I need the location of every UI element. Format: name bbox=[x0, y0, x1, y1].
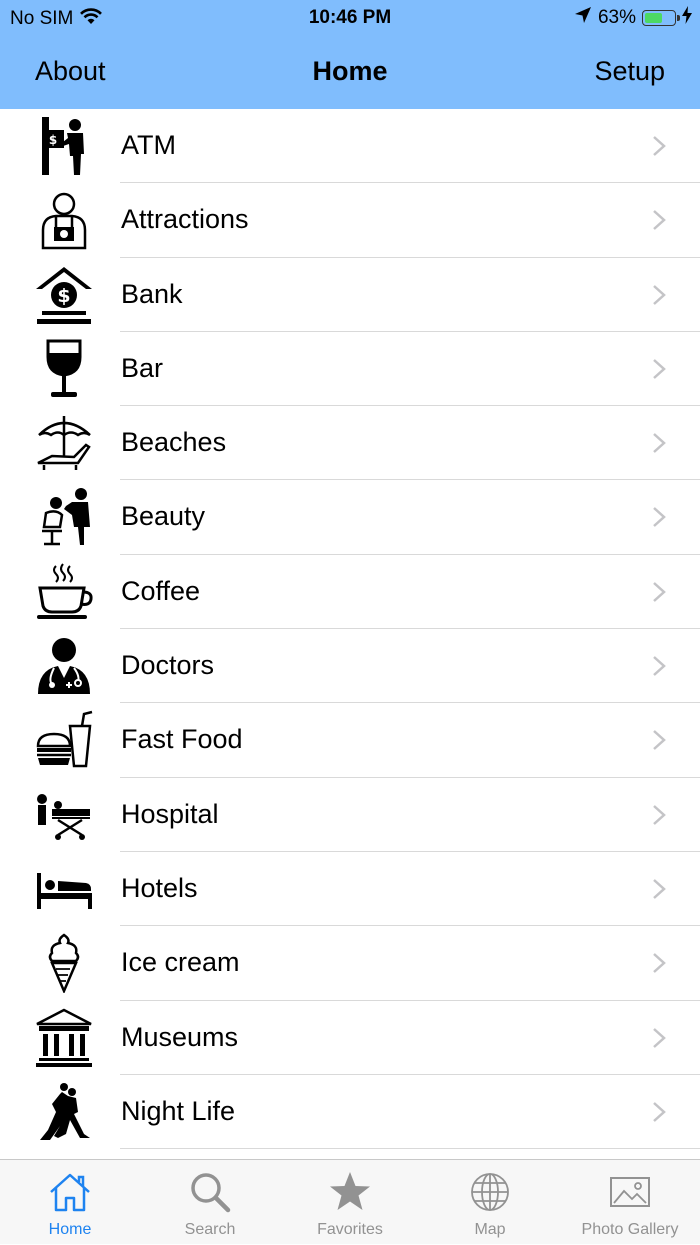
globe-icon bbox=[471, 1173, 509, 1211]
chevron-right-icon bbox=[652, 432, 666, 454]
tab-home[interactable]: Home bbox=[0, 1160, 140, 1245]
category-row-beaches[interactable]: Beaches bbox=[0, 406, 700, 481]
doctor-icon bbox=[34, 636, 94, 696]
status-bar: No SIM 10:46 PM 63% bbox=[0, 0, 700, 36]
location-arrow-icon bbox=[574, 6, 592, 30]
category-row-hotels[interactable]: Hotels bbox=[0, 852, 700, 927]
category-label: Night Life bbox=[121, 1095, 236, 1126]
chevron-right-icon bbox=[652, 581, 666, 603]
hairdresser-icon bbox=[34, 487, 94, 547]
category-row-fast-food[interactable]: Fast Food bbox=[0, 703, 700, 778]
svg-text:$: $ bbox=[57, 285, 70, 307]
category-row-bank[interactable]: $ Bank bbox=[0, 258, 700, 332]
navigation-bar: About Home Setup bbox=[0, 36, 700, 109]
museum-icon bbox=[34, 1008, 94, 1068]
dancers-icon bbox=[34, 1082, 94, 1142]
wine-glass-icon bbox=[34, 339, 94, 399]
chevron-right-icon bbox=[652, 952, 666, 974]
category-row-coffee[interactable]: Coffee bbox=[0, 555, 700, 630]
battery-icon bbox=[642, 10, 680, 26]
coffee-cup-icon bbox=[34, 562, 94, 622]
category-label: Coffee bbox=[121, 575, 201, 606]
category-row-museums[interactable]: Museums bbox=[0, 1001, 700, 1075]
tab-label: Search bbox=[184, 1221, 236, 1238]
category-label: Beauty bbox=[121, 501, 206, 532]
category-row-beauty[interactable]: Beauty bbox=[0, 480, 700, 555]
category-row-atm[interactable]: $ ATM bbox=[0, 109, 700, 184]
ice-cream-icon bbox=[34, 933, 94, 994]
category-row-attractions[interactable]: Attractions bbox=[0, 183, 700, 258]
category-label: Beaches bbox=[121, 427, 227, 458]
battery-fill bbox=[645, 13, 662, 23]
chevron-right-icon bbox=[652, 209, 666, 231]
status-right: 63% bbox=[574, 6, 692, 30]
category-row-night-life[interactable]: Night Life bbox=[0, 1075, 700, 1150]
category-label: Bar bbox=[121, 352, 164, 383]
category-label: Fast Food bbox=[121, 724, 243, 755]
category-row-ice-cream[interactable]: Ice cream bbox=[0, 926, 700, 1001]
tab-label: Home bbox=[48, 1221, 92, 1238]
tab-search[interactable]: Search bbox=[140, 1160, 280, 1245]
category-list[interactable]: $ ATM Attractions $ Bank Bar Beaches Bea… bbox=[0, 109, 700, 1159]
chevron-right-icon bbox=[652, 506, 666, 528]
chevron-right-icon bbox=[652, 804, 666, 826]
photographer-icon bbox=[34, 190, 94, 250]
hospital-bed-icon bbox=[34, 785, 94, 845]
tab-label: Favorites bbox=[317, 1221, 383, 1238]
beach-umbrella-icon bbox=[34, 413, 94, 473]
tab-photo-gallery[interactable]: Photo Gallery bbox=[560, 1160, 700, 1245]
battery-percent: 63% bbox=[597, 7, 636, 28]
category-row-partial[interactable] bbox=[0, 1149, 700, 1159]
photo-icon bbox=[610, 1177, 650, 1207]
atm-icon: $ bbox=[34, 116, 94, 176]
category-label: Doctors bbox=[121, 650, 215, 681]
chevron-right-icon bbox=[652, 1027, 666, 1049]
category-row-hospital[interactable]: Hospital bbox=[0, 778, 700, 852]
charging-bolt-icon bbox=[682, 6, 692, 30]
tab-label: Photo Gallery bbox=[581, 1221, 679, 1238]
tab-map[interactable]: Map bbox=[420, 1160, 560, 1245]
category-label: Attractions bbox=[121, 204, 249, 235]
tab-bar: Home Search Favorites Map Photo Gallery bbox=[0, 1159, 700, 1244]
setup-button[interactable]: Setup bbox=[594, 56, 665, 87]
chevron-right-icon bbox=[652, 655, 666, 677]
chevron-right-icon bbox=[652, 729, 666, 751]
category-row-doctors[interactable]: Doctors bbox=[0, 629, 700, 704]
category-row-bar[interactable]: Bar bbox=[0, 332, 700, 407]
category-label: Hotels bbox=[121, 872, 198, 903]
chevron-right-icon bbox=[652, 135, 666, 157]
burger-drink-icon bbox=[34, 710, 94, 770]
chevron-right-icon bbox=[652, 1101, 666, 1123]
chevron-right-icon bbox=[652, 878, 666, 900]
chevron-right-icon bbox=[652, 284, 666, 306]
category-label: Museums bbox=[121, 1021, 239, 1052]
category-label: Ice cream bbox=[121, 947, 240, 978]
bed-icon bbox=[34, 859, 94, 919]
chevron-right-icon bbox=[652, 358, 666, 380]
bank-icon: $ bbox=[34, 265, 94, 325]
tab-favorites[interactable]: Favorites bbox=[280, 1160, 420, 1245]
tab-label: Map bbox=[474, 1221, 506, 1238]
search-icon bbox=[191, 1173, 231, 1213]
category-label: Bank bbox=[121, 278, 183, 309]
star-icon bbox=[330, 1172, 370, 1210]
svg-text:$: $ bbox=[49, 133, 57, 147]
category-label: Hospital bbox=[121, 798, 219, 829]
category-label: ATM bbox=[121, 130, 176, 160]
home-icon bbox=[50, 1173, 90, 1212]
